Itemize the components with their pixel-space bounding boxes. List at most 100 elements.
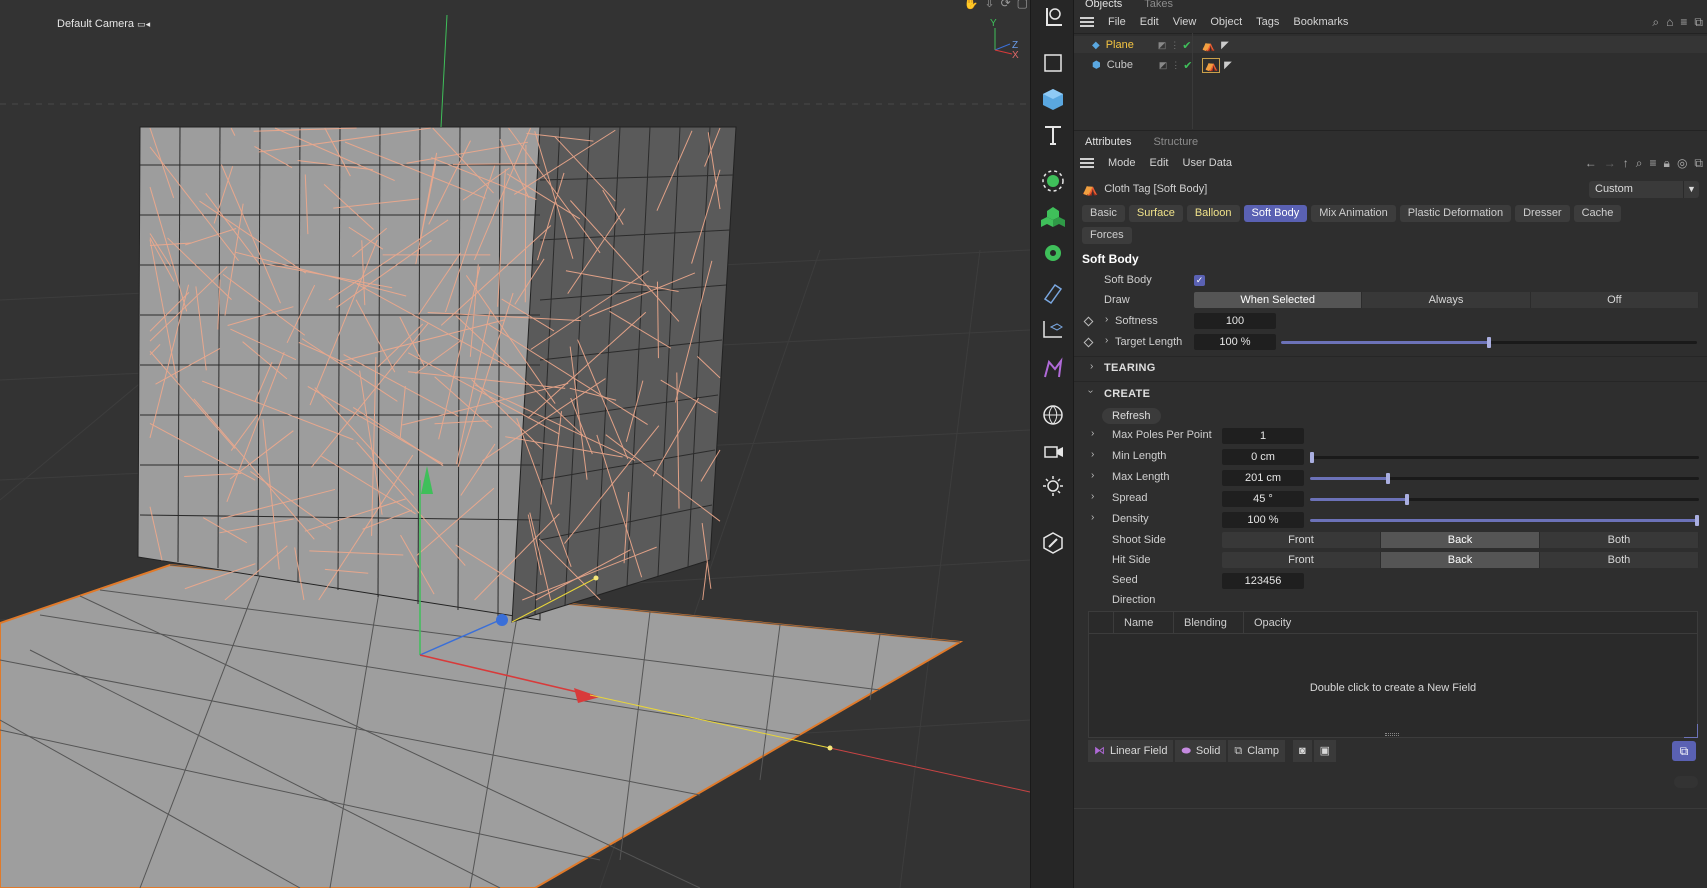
- globe-icon[interactable]: [1038, 400, 1068, 430]
- column-name[interactable]: Name: [1113, 612, 1173, 633]
- spline-icon[interactable]: [1038, 314, 1068, 344]
- slider-knob[interactable]: [1695, 515, 1699, 526]
- target-icon[interactable]: ◎: [1677, 156, 1687, 171]
- select-lasso-icon[interactable]: [1038, 2, 1068, 32]
- move-down-icon[interactable]: ⇩: [985, 0, 995, 10]
- menu-view[interactable]: View: [1173, 16, 1197, 28]
- filter-icon[interactable]: ≡: [1680, 15, 1687, 30]
- subtab-dresser[interactable]: Dresser: [1515, 205, 1570, 222]
- chevron-right-icon[interactable]: ›: [1105, 314, 1108, 325]
- max-length-field[interactable]: 201 cm: [1222, 470, 1304, 486]
- subtab-forces[interactable]: Forces: [1082, 227, 1132, 244]
- target-length-field[interactable]: 100 %: [1194, 334, 1276, 350]
- menu-file[interactable]: File: [1108, 16, 1126, 28]
- forward-arrow-icon[interactable]: →: [1604, 156, 1616, 171]
- chevron-right-icon[interactable]: ›: [1091, 428, 1094, 439]
- density-field[interactable]: 100 %: [1222, 512, 1304, 528]
- chevron-right-icon[interactable]: ›: [1091, 449, 1094, 460]
- toggle-switch[interactable]: [1674, 776, 1698, 788]
- text-icon[interactable]: [1038, 120, 1068, 150]
- 3d-viewport[interactable]: Y Z X Default Camera ▭◂ ✋ ⇩ ⟳ ▢: [0, 0, 1030, 888]
- target-length-slider[interactable]: [1281, 337, 1697, 348]
- draw-option-always[interactable]: Always: [1362, 292, 1531, 308]
- menu-tags[interactable]: Tags: [1256, 16, 1279, 28]
- field-layer-icon[interactable]: ⧉: [1672, 741, 1696, 761]
- hit-side-back[interactable]: Back: [1381, 552, 1540, 568]
- cloth-tag-icon[interactable]: ⛺: [1202, 57, 1221, 73]
- shoot-side-front[interactable]: Front: [1222, 532, 1381, 548]
- spread-field[interactable]: 45 °: [1222, 491, 1304, 507]
- mograph-icon[interactable]: [1038, 202, 1068, 232]
- visibility-dots-icon[interactable]: ⋮: [1170, 40, 1179, 51]
- menu-bookmarks[interactable]: Bookmarks: [1293, 16, 1348, 28]
- tag-icon[interactable]: [1038, 278, 1068, 308]
- softness-field[interactable]: 100: [1194, 313, 1276, 329]
- chevron-down-icon[interactable]: ›: [1085, 390, 1096, 393]
- refresh-button[interactable]: Refresh: [1102, 408, 1161, 424]
- lock-icon[interactable]: 🔒︎: [1664, 156, 1670, 171]
- hit-side-both[interactable]: Both: [1540, 552, 1699, 568]
- shoot-side-back[interactable]: Back: [1381, 532, 1540, 548]
- seed-field[interactable]: 123456: [1222, 573, 1304, 589]
- subtab-surface[interactable]: Surface: [1128, 205, 1183, 222]
- home-icon[interactable]: ⌂: [1666, 15, 1673, 30]
- keyframe-diamond-icon[interactable]: [1083, 316, 1094, 327]
- min-length-slider[interactable]: [1310, 452, 1699, 463]
- object-row-plane[interactable]: ◆ Plane ◩ ⋮ ✔ ⛺ ◤: [1092, 36, 1229, 54]
- hamburger-menu-icon[interactable]: [1080, 158, 1094, 168]
- resize-grip-icon[interactable]: [1385, 733, 1399, 736]
- rectangle-icon[interactable]: [1038, 48, 1068, 78]
- menu-edit[interactable]: Edit: [1140, 16, 1159, 28]
- field-list[interactable]: Name Blending Opacity Double click to cr…: [1088, 611, 1698, 738]
- tab-structure[interactable]: Structure: [1142, 133, 1209, 151]
- record-button[interactable]: ◙: [1293, 740, 1312, 762]
- subtab-cache[interactable]: Cache: [1573, 205, 1622, 222]
- subtab-balloon[interactable]: Balloon: [1186, 205, 1240, 222]
- search-icon[interactable]: ⌕: [1652, 15, 1659, 30]
- cube-icon[interactable]: [1038, 84, 1068, 114]
- max-length-slider[interactable]: [1310, 473, 1699, 484]
- slider-knob[interactable]: [1405, 494, 1410, 505]
- draw-option-when-selected[interactable]: When Selected: [1194, 292, 1363, 308]
- spread-slider[interactable]: [1310, 494, 1699, 505]
- add-folder-button[interactable]: ▣: [1313, 740, 1337, 762]
- new-window-icon[interactable]: ⧉: [1694, 156, 1703, 171]
- layer-icon[interactable]: ◩: [1158, 40, 1167, 51]
- search-icon[interactable]: ⌕: [1636, 156, 1643, 171]
- camera-label[interactable]: Default Camera ▭◂: [57, 18, 150, 30]
- preset-dropdown[interactable]: Custom ▼: [1589, 181, 1699, 198]
- clamp-button[interactable]: ⧉ Clamp: [1228, 740, 1286, 762]
- min-length-field[interactable]: 0 cm: [1222, 449, 1304, 465]
- visibility-dots-icon[interactable]: ⋮: [1171, 60, 1180, 71]
- slider-knob[interactable]: [1487, 337, 1491, 348]
- chevron-right-icon[interactable]: ›: [1091, 470, 1094, 481]
- hamburger-menu-icon[interactable]: [1080, 17, 1094, 27]
- create-group[interactable]: CREATE: [1104, 388, 1150, 400]
- constraint-icon[interactable]: [1038, 354, 1068, 384]
- slider-knob[interactable]: [1310, 452, 1314, 463]
- tearing-group[interactable]: TEARING: [1104, 362, 1156, 374]
- soft-body-checkbox[interactable]: ✓: [1194, 275, 1205, 286]
- tab-attributes[interactable]: Attributes: [1074, 133, 1143, 151]
- chevron-right-icon[interactable]: ›: [1091, 512, 1094, 523]
- subtab-plastic-deformation[interactable]: Plastic Deformation: [1399, 205, 1512, 222]
- draw-option-off[interactable]: Off: [1531, 292, 1699, 308]
- column-blending[interactable]: Blending: [1173, 612, 1243, 633]
- scene-render[interactable]: Y Z X: [0, 0, 1030, 888]
- keyframe-diamond-icon[interactable]: [1083, 337, 1094, 348]
- texture-tag-icon[interactable]: ◤: [1224, 60, 1232, 71]
- edit-icon[interactable]: [1038, 528, 1068, 558]
- generator-icon[interactable]: [1038, 166, 1068, 196]
- up-arrow-icon[interactable]: ↑: [1623, 156, 1629, 171]
- menu-object[interactable]: Object: [1210, 16, 1242, 28]
- filter-icon[interactable]: ≡: [1650, 156, 1657, 171]
- new-window-icon[interactable]: ⧉: [1694, 15, 1703, 30]
- light-icon[interactable]: [1038, 472, 1068, 502]
- density-slider[interactable]: [1310, 515, 1699, 526]
- back-arrow-icon[interactable]: ←: [1585, 156, 1597, 171]
- menu-edit[interactable]: Edit: [1150, 157, 1169, 169]
- hand-icon[interactable]: ✋: [964, 0, 979, 10]
- subtab-soft-body[interactable]: Soft Body: [1243, 205, 1308, 222]
- object-name-plane[interactable]: Plane: [1106, 39, 1158, 51]
- subtab-basic[interactable]: Basic: [1082, 205, 1125, 222]
